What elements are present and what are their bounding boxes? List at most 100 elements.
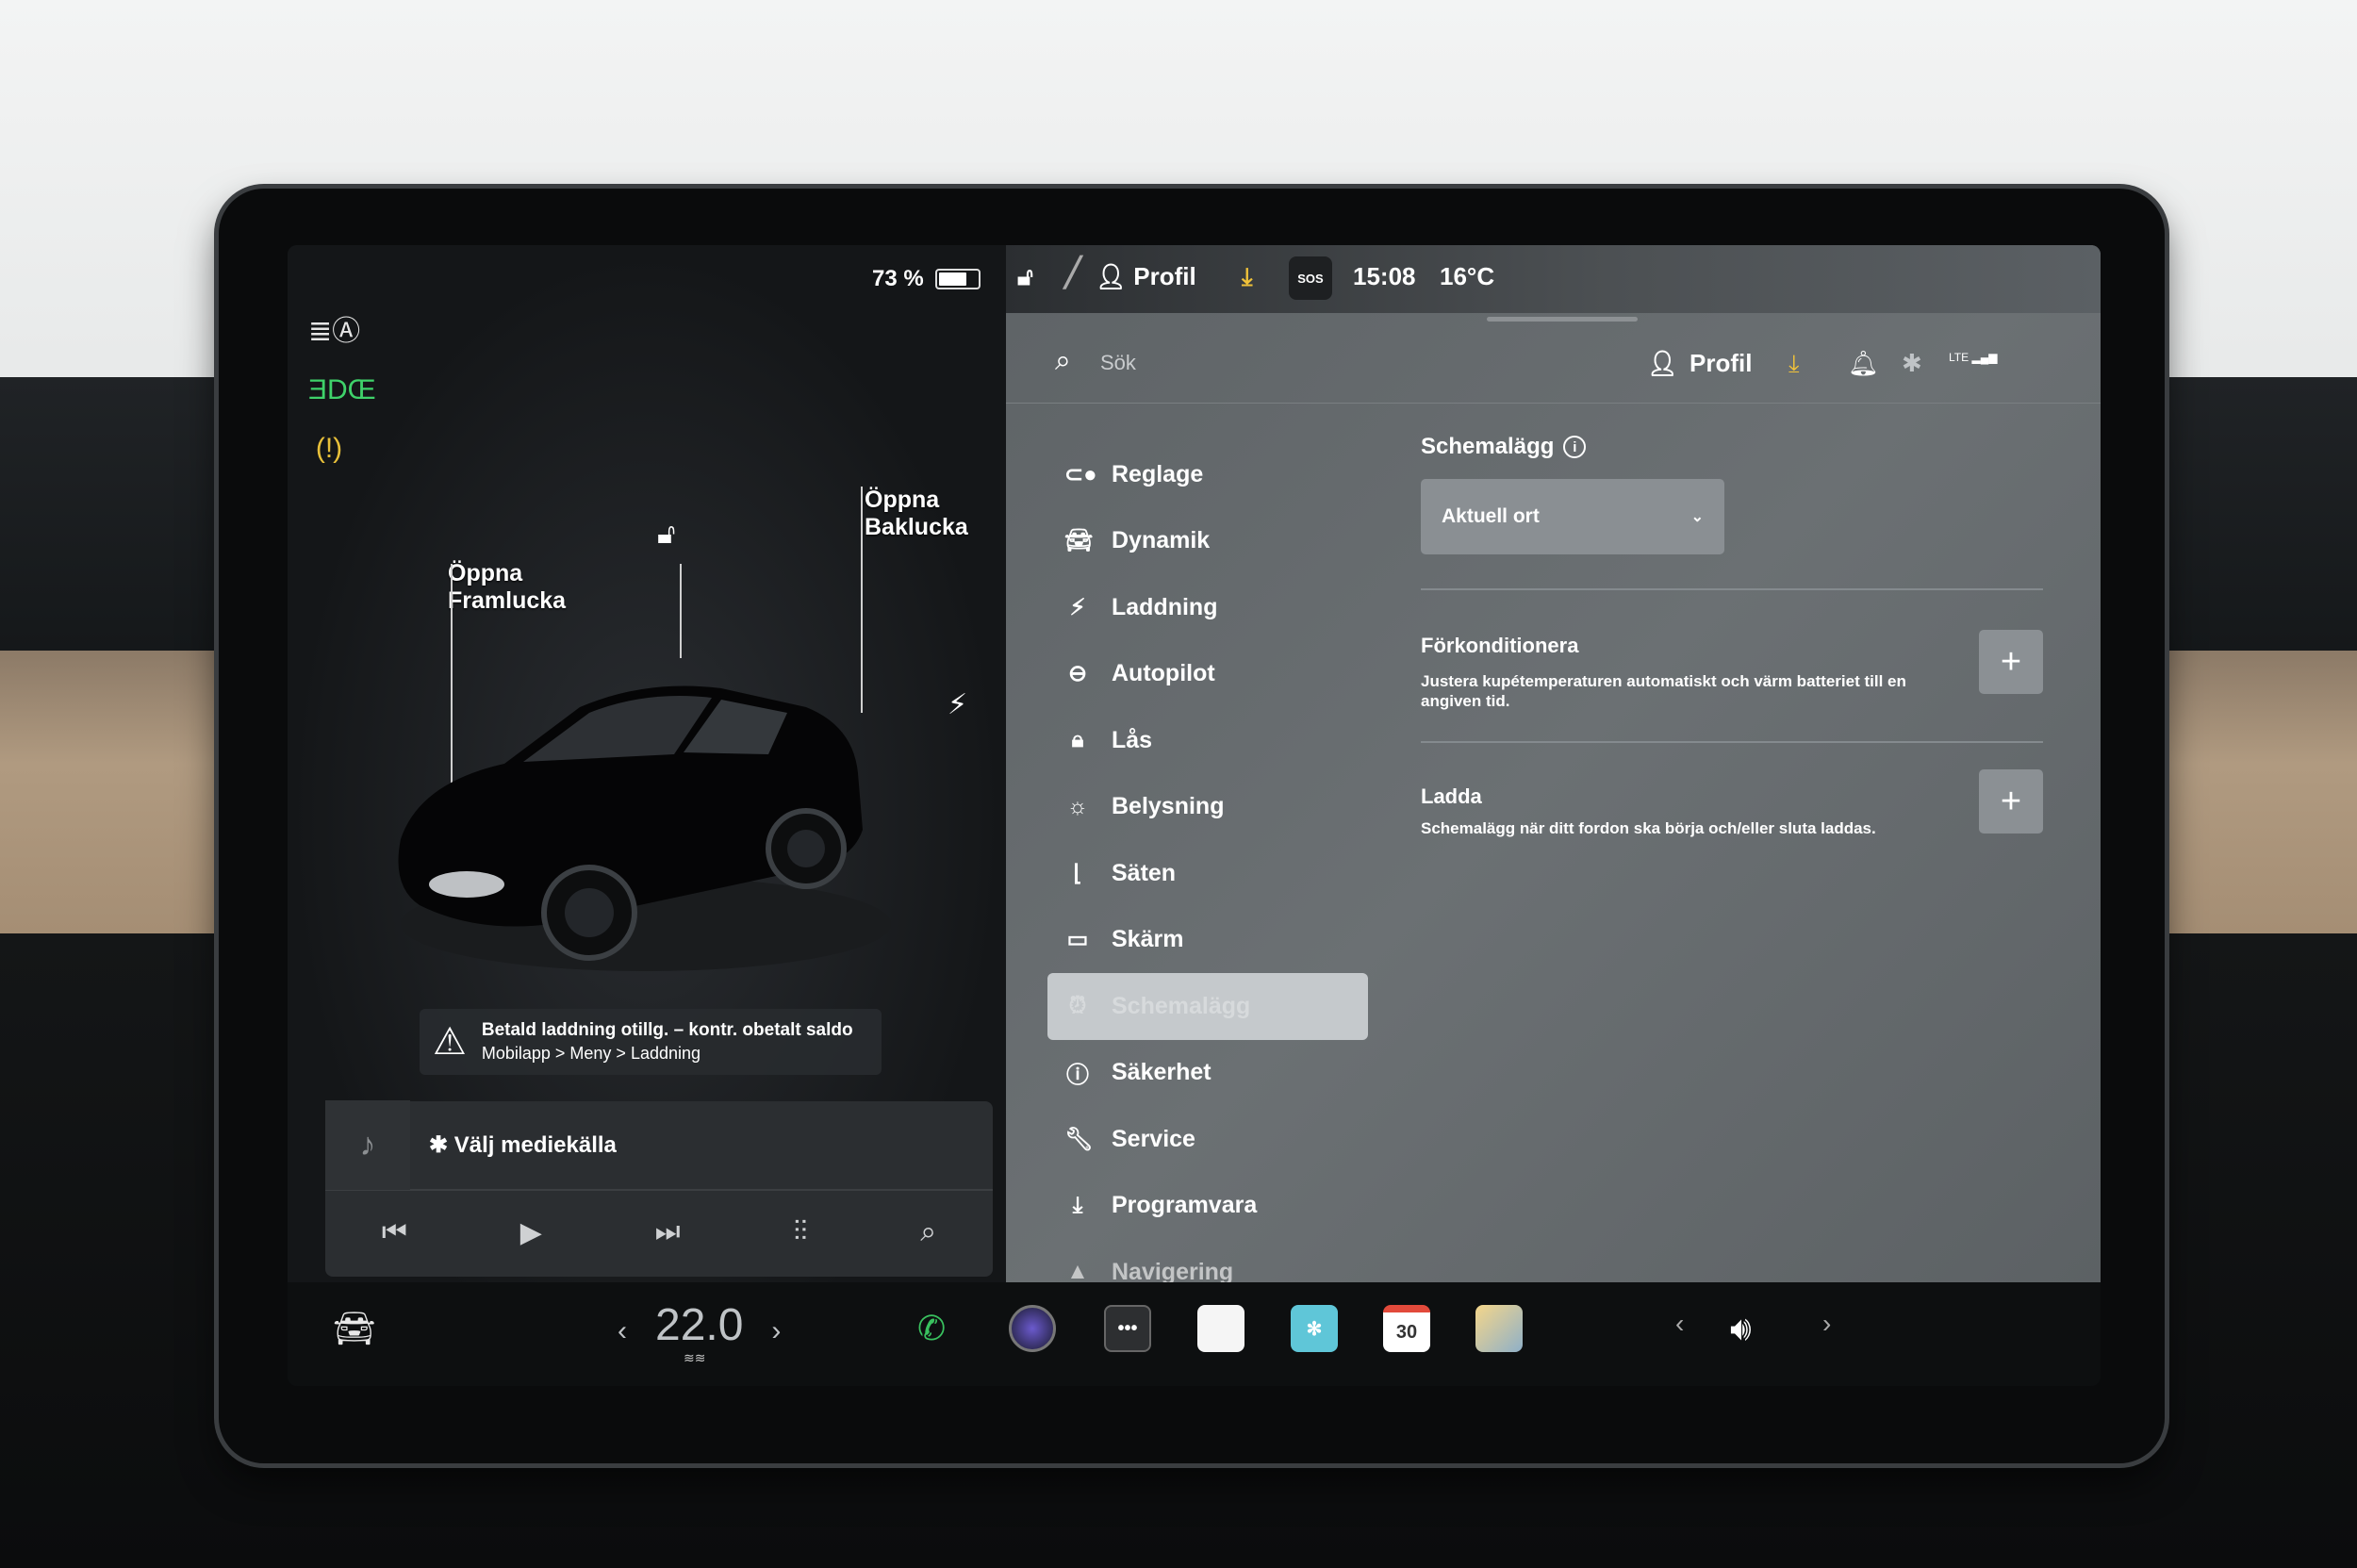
nav-label: Autopilot bbox=[1112, 660, 1215, 687]
search-input[interactable] bbox=[1100, 347, 1383, 379]
nav-label: Service bbox=[1112, 1125, 1195, 1152]
nav-label: Säten bbox=[1112, 859, 1177, 886]
nav-label: Reglage bbox=[1112, 460, 1204, 487]
sos-button[interactable]: SOS bbox=[1289, 256, 1332, 300]
nav-item-schemalagg[interactable]: ⏰︎ Schemalägg bbox=[1047, 973, 1368, 1040]
nav-item-autopilot[interactable]: ⊖ Autopilot bbox=[1047, 641, 1368, 708]
volume-up-chevron-icon[interactable]: › bbox=[1822, 1309, 1831, 1339]
notification-bell-icon[interactable]: 🔔︎ bbox=[1848, 349, 1879, 378]
plus-icon: + bbox=[2000, 781, 2022, 821]
phone-icon[interactable]: ✆ bbox=[917, 1309, 946, 1348]
car-image[interactable] bbox=[363, 651, 891, 990]
bluetooth-icon: ✱ bbox=[429, 1132, 449, 1158]
seat-heater-icon[interactable]: ≋≋ bbox=[684, 1350, 705, 1366]
temp-down-chevron-icon[interactable]: ‹ bbox=[618, 1315, 627, 1347]
car-panel: ≣Ⓐ ƎDŒ (!) 73 % Öppna Framlucka Öppna Ba… bbox=[288, 245, 1006, 1282]
play-icon[interactable]: ▶ bbox=[520, 1216, 542, 1249]
open-frunk-button[interactable]: Öppna Framlucka bbox=[448, 560, 566, 615]
alert-circle-icon: ⓘ bbox=[1066, 1063, 1089, 1089]
car-icon[interactable]: 🚘︎ bbox=[333, 1309, 376, 1348]
schedule-content: Schemalägg i Aktuell ort ⌄ Förkonditione… bbox=[1421, 434, 2043, 894]
battery-icon bbox=[934, 269, 981, 289]
light-icon: ☼ bbox=[1067, 793, 1088, 819]
charge-title: Ladda bbox=[1421, 784, 1482, 808]
volume-icon[interactable]: 🔊︎ bbox=[1730, 1309, 1752, 1349]
nav-item-belysning[interactable]: ☼ Belysning bbox=[1047, 774, 1368, 841]
alarm-clock-icon: ⏰︎ bbox=[1068, 993, 1087, 1019]
profile-label: Profil bbox=[1689, 349, 1753, 377]
toggle-icon: ⊂● bbox=[1064, 461, 1097, 487]
nav-item-las[interactable]: 🔒︎ Lås bbox=[1047, 707, 1368, 774]
charging-warning: ⚠ Betald laddning otillg. – kontr. obeta… bbox=[420, 1009, 882, 1075]
open-trunk-button[interactable]: Öppna Baklucka bbox=[865, 487, 968, 541]
bolt-icon: ⚡︎ bbox=[1069, 594, 1086, 620]
schedule-title: Schemalägg bbox=[1421, 434, 1555, 459]
settings-nav: ⊂● Reglage 🚘︎ Dynamik ⚡︎ Laddning ⊖ Autopilo… bbox=[1047, 441, 1368, 1306]
add-precondition-button[interactable]: + bbox=[1979, 630, 2043, 694]
media-search-icon[interactable]: ⌕ bbox=[920, 1216, 936, 1248]
warning-path: Mobilapp > Meny > Laddning bbox=[481, 1044, 701, 1063]
location-select[interactable]: Aktuell ort ⌄ bbox=[1421, 479, 1724, 554]
temperature-value[interactable]: 22.0 bbox=[655, 1299, 743, 1351]
top-profile[interactable]: 👤︎ Profil bbox=[1096, 262, 1196, 291]
plus-icon: + bbox=[2000, 641, 2022, 682]
temp-up-chevron-icon[interactable]: › bbox=[771, 1315, 781, 1347]
media-source-row[interactable]: ♪ ✱ Välj mediekälla bbox=[325, 1100, 993, 1191]
settings-panel: 🔓︎ ╱ 👤︎ Profil ⤓ SOS 15:08 16°C ⌕ 👤︎ Pro… bbox=[1006, 245, 2101, 1285]
camera-icon[interactable] bbox=[1009, 1305, 1056, 1352]
nav-item-reglage[interactable]: ⊂● Reglage bbox=[1047, 441, 1368, 508]
nav-item-skarm[interactable]: ▭ Skärm bbox=[1047, 907, 1368, 974]
calendar-app-icon[interactable]: 30 bbox=[1383, 1305, 1430, 1352]
toybox-app-icon[interactable]: ✻ bbox=[1291, 1305, 1338, 1352]
music-note-icon: ♪ bbox=[325, 1100, 410, 1190]
precondition-title: Förkonditionera bbox=[1421, 634, 1579, 657]
dashcam-app-icon[interactable] bbox=[1475, 1305, 1523, 1352]
open-trunk-label: Öppna Baklucka bbox=[865, 487, 968, 540]
bluetooth-status-icon[interactable]: ✱ bbox=[1902, 349, 1922, 378]
top-profile-label: Profil bbox=[1133, 262, 1196, 290]
status-indicators: ≣Ⓐ ƎDŒ (!) bbox=[308, 311, 376, 487]
nav-item-service[interactable]: 🔧︎ Service bbox=[1047, 1106, 1368, 1173]
lock-pointer-line bbox=[680, 564, 682, 658]
steering-wheel-icon: ⊖ bbox=[1067, 661, 1088, 687]
bottom-bar: 🚘︎ ‹ 22.0 › ≋≋ ✆ ••• ✻ 30 ‹ 🔊︎ › bbox=[288, 1282, 2101, 1386]
nav-item-sakerhet[interactable]: ⓘ Säkerhet bbox=[1047, 1040, 1368, 1107]
lte-label: LTE bbox=[1949, 351, 1970, 364]
next-track-icon[interactable]: ⏭ bbox=[655, 1216, 681, 1248]
search-icon: ⌕ bbox=[1055, 345, 1071, 376]
add-charge-button[interactable]: + bbox=[1979, 769, 2043, 834]
search-row: ⌕ 👤︎ Profil ⤓ 🔔︎ ✱ LTE ▂▄▆ bbox=[1006, 324, 2101, 404]
media-controls: ⏮ ▶ ⏭ ⫶⫶ ⌕ bbox=[325, 1191, 993, 1274]
nav-label: Lås bbox=[1112, 726, 1153, 753]
nav-item-laddning[interactable]: ⚡︎ Laddning bbox=[1047, 574, 1368, 641]
car-icon: 🚘︎ bbox=[1064, 528, 1094, 554]
nav-item-dynamik[interactable]: 🚘︎ Dynamik bbox=[1047, 508, 1368, 575]
download-icon[interactable]: ⤓ bbox=[1242, 262, 1253, 292]
volume-down-chevron-icon[interactable]: ‹ bbox=[1675, 1309, 1684, 1339]
calendar-day: 30 bbox=[1395, 1321, 1418, 1343]
equalizer-icon[interactable]: ⫶⫶ bbox=[793, 1216, 807, 1248]
charge-port-icon[interactable]: ⚡︎ bbox=[948, 688, 967, 721]
info-icon[interactable]: i bbox=[1563, 436, 1587, 458]
software-update-icon[interactable]: ⤓ bbox=[1788, 349, 1800, 379]
precondition-description: Justera kupétemperaturen automatiskt och… bbox=[1421, 672, 1906, 710]
nav-item-programvara[interactable]: ⤓ Programvara bbox=[1047, 1173, 1368, 1240]
nav-label: Laddning bbox=[1112, 593, 1218, 620]
unlock-icon[interactable]: 🔓︎ bbox=[657, 519, 675, 551]
download-icon: ⤓ bbox=[1072, 1192, 1083, 1218]
parking-light-icon: ƎDŒ bbox=[308, 374, 376, 405]
battery-percent: 73 % bbox=[872, 266, 924, 291]
person-icon: 👤︎ bbox=[1647, 349, 1679, 377]
lock-icon: 🔒︎ bbox=[1071, 727, 1084, 753]
map-divider: ╱ bbox=[1064, 257, 1082, 289]
more-apps-icon[interactable]: ••• bbox=[1104, 1305, 1151, 1352]
charge-row: Ladda Schemalägg när ditt fordon ska bör… bbox=[1421, 743, 2043, 894]
lock-status-icon[interactable]: 🔓︎ bbox=[1017, 262, 1033, 292]
previous-track-icon[interactable]: ⏮ bbox=[382, 1216, 407, 1248]
panel-drag-handle[interactable] bbox=[1487, 317, 1638, 322]
precondition-row: Förkonditionera Justera kupétemperaturen… bbox=[1421, 590, 2043, 741]
nav-label: Skärm bbox=[1112, 926, 1184, 953]
nav-item-saten[interactable]: ⌊ Säten bbox=[1047, 840, 1368, 907]
notes-app-icon[interactable] bbox=[1197, 1305, 1244, 1352]
profile-button[interactable]: 👤︎ Profil bbox=[1647, 349, 1752, 378]
